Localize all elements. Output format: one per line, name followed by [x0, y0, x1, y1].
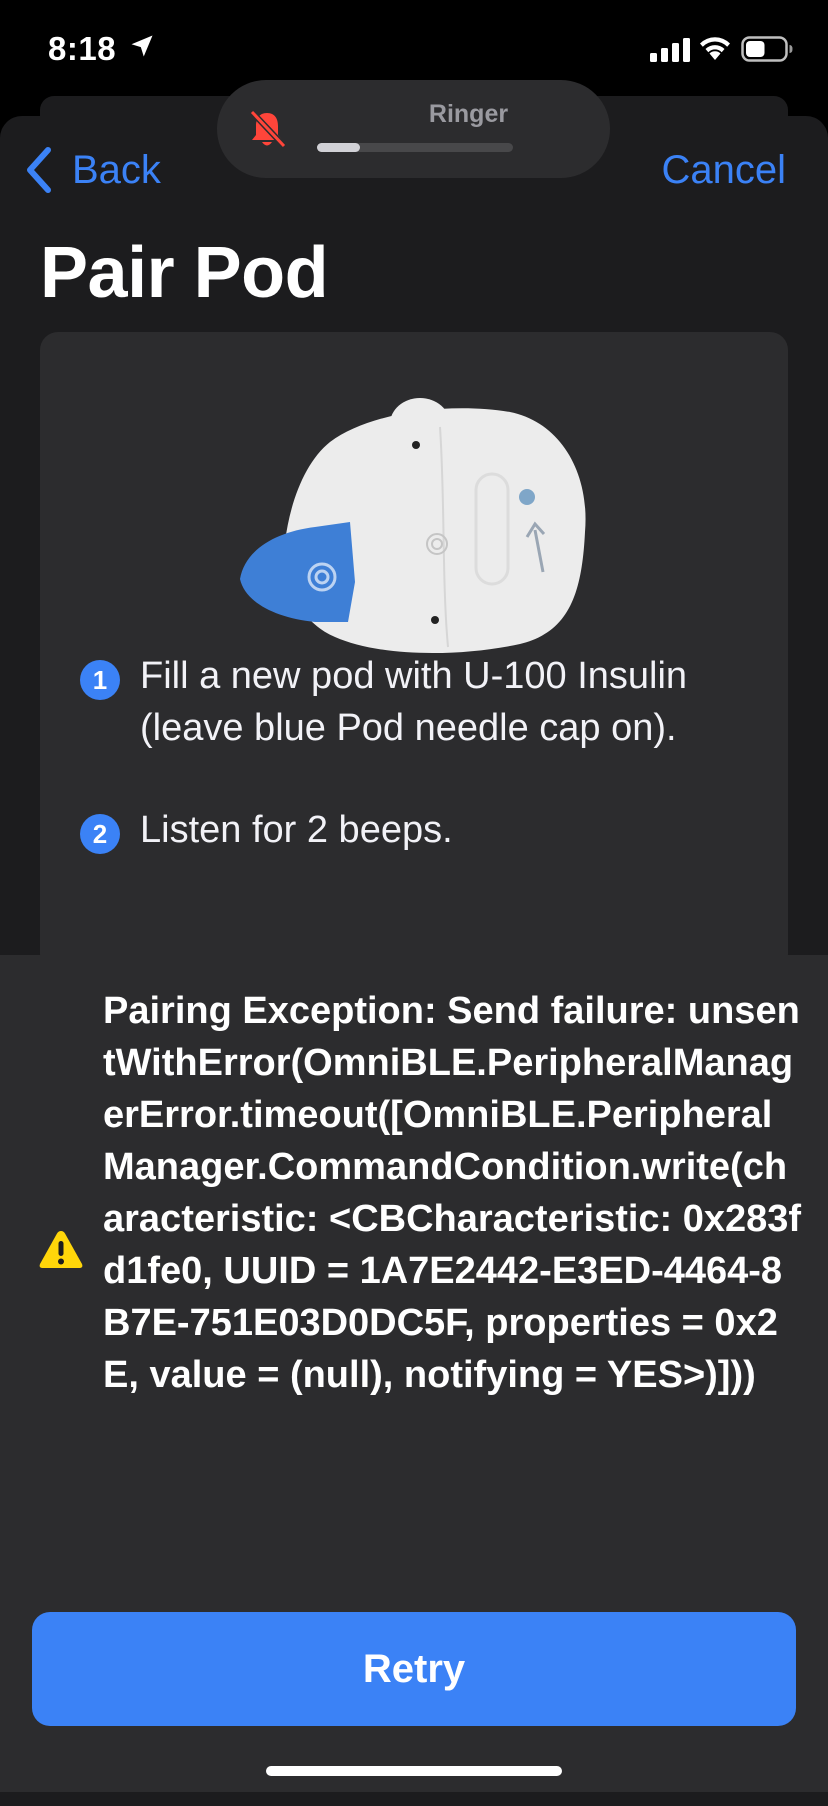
error-message: Pairing Exception: Send failure: unsentW…	[103, 990, 802, 1396]
cancel-button[interactable]: Cancel	[661, 148, 786, 193]
warning-icon	[39, 1231, 83, 1268]
instructions-card: 1 Fill a new pod with U-100 Insulin (lea…	[40, 332, 788, 972]
status-time: 8:18	[48, 30, 117, 67]
cellular-signal-icon	[650, 38, 690, 62]
step-1: 1 Fill a new pod with U-100 Insulin (lea…	[80, 650, 720, 754]
back-label: Back	[72, 147, 161, 192]
pod-illustration	[240, 398, 586, 654]
ringer-volume-fill	[317, 143, 361, 152]
step-number-badge: 1	[80, 660, 120, 700]
step-number-badge: 2	[80, 814, 120, 854]
step-text: Fill a new pod with U-100 Insulin (leave…	[140, 655, 688, 749]
page-title: Pair Pod	[40, 233, 329, 313]
chevron-left-icon	[27, 147, 51, 193]
step-2: 2 Listen for 2 beeps.	[80, 804, 720, 856]
home-indicator[interactable]	[266, 1766, 562, 1776]
ringer-label: Ringer	[428, 100, 509, 128]
step-text: Listen for 2 beeps.	[140, 809, 453, 851]
wifi-icon	[700, 37, 730, 60]
location-arrow-icon	[131, 35, 153, 57]
retry-button[interactable]: Retry	[32, 1612, 796, 1726]
back-button[interactable]: Back	[24, 145, 161, 195]
battery-icon	[741, 36, 793, 62]
ringer-hud: Ringer	[217, 80, 610, 178]
